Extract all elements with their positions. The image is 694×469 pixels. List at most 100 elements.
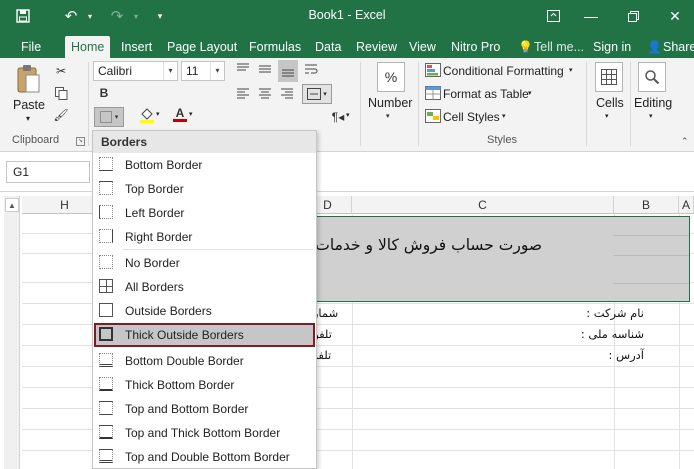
vertical-scrollbar[interactable]: ▲: [4, 196, 20, 469]
cell-styles-button[interactable]: Cell Styles: [443, 110, 500, 124]
menu-item-thick-outside-borders[interactable]: Thick Outside Borders: [94, 323, 315, 347]
top-align-icon[interactable]: [234, 60, 252, 78]
row-gridline: [613, 283, 689, 284]
menu-item-top-border[interactable]: Top Border: [93, 177, 316, 201]
format-as-table-icon[interactable]: [424, 84, 442, 102]
menu-item-top-and-bottom-border[interactable]: Top and Bottom Border: [93, 397, 316, 421]
fill-color-icon[interactable]: [138, 106, 156, 124]
customize-quick-access-icon[interactable]: ▾: [150, 5, 170, 27]
name-box[interactable]: G1: [6, 161, 90, 183]
share-button[interactable]: Share: [660, 36, 694, 58]
cells-icon[interactable]: [595, 62, 623, 92]
top-and-double-bottom-border-icon: [99, 449, 113, 463]
undo-dropdown-icon[interactable]: ▾: [84, 5, 96, 27]
borders-button[interactable]: ▾: [94, 107, 124, 127]
redo-dropdown-icon[interactable]: ▾: [130, 5, 142, 27]
title-bar: ↶ ▾ ↷ ▾ ▾ Book1 - Excel — ✕: [0, 0, 694, 32]
clipboard-launcher-icon[interactable]: ↘: [76, 137, 85, 146]
national-id-label[interactable]: شناسه ملی :: [581, 327, 644, 341]
all-borders-icon: [99, 279, 113, 293]
font-size-combo[interactable]: 11 ▾: [181, 61, 225, 81]
conditional-formatting-icon[interactable]: [424, 61, 442, 79]
tell-me-search[interactable]: Tell me...: [531, 36, 587, 58]
cut-icon[interactable]: ✂: [52, 62, 70, 80]
menu-item-top-and-thick-bottom-border[interactable]: Top and Thick Bottom Border: [93, 421, 316, 445]
column-header-c[interactable]: C: [352, 196, 614, 214]
minimize-icon[interactable]: —: [576, 4, 606, 28]
ribbon-display-icon[interactable]: [538, 4, 568, 28]
menu-item-all-borders[interactable]: All Borders: [93, 275, 316, 299]
paste-dropdown-icon[interactable]: ▾: [26, 114, 30, 123]
redo-icon[interactable]: ↷: [106, 5, 128, 27]
tab-home[interactable]: Home: [65, 36, 111, 58]
menu-item-outside-borders[interactable]: Outside Borders: [93, 299, 316, 323]
sign-in-link[interactable]: Sign in: [590, 36, 634, 58]
conditional-formatting-button[interactable]: Conditional Formatting: [443, 64, 564, 78]
cells-group-button[interactable]: Cells: [596, 96, 624, 110]
tab-review[interactable]: Review: [353, 36, 400, 58]
font-name-combo[interactable]: Calibri ▾: [93, 61, 178, 81]
tab-nitro-pro[interactable]: Nitro Pro: [448, 36, 503, 58]
format-as-table-button[interactable]: Format as Table: [443, 87, 529, 101]
menu-item-right-border[interactable]: Right Border: [93, 225, 316, 249]
bold-icon[interactable]: B: [95, 84, 113, 102]
undo-icon[interactable]: ↶: [60, 5, 82, 27]
chevron-down-icon[interactable]: ▾: [649, 112, 653, 120]
no-border-icon: [99, 255, 113, 269]
company-name-label[interactable]: نام شرکت :: [586, 306, 644, 320]
wrap-text-icon[interactable]: [302, 60, 320, 78]
address-label[interactable]: آدرس :: [609, 348, 644, 362]
chevron-down-icon: ▾: [114, 114, 119, 121]
number-group-button[interactable]: Number: [368, 96, 412, 110]
tab-insert[interactable]: Insert: [118, 36, 155, 58]
menu-item-bottom-border[interactable]: Bottom Border: [93, 153, 316, 177]
close-icon[interactable]: ✕: [660, 4, 690, 28]
paste-icon[interactable]: [14, 64, 42, 94]
menu-item-no-border[interactable]: No Border: [93, 251, 316, 275]
paste-button[interactable]: Paste: [13, 98, 45, 112]
chevron-down-icon: ▾: [323, 91, 327, 98]
bottom-align-icon[interactable]: [278, 60, 298, 82]
chevron-down-icon[interactable]: ▾: [386, 112, 390, 120]
column-header-b[interactable]: B: [614, 196, 679, 214]
menu-item-bottom-double-border[interactable]: Bottom Double Border: [93, 349, 316, 373]
menu-item-left-border[interactable]: Left Border: [93, 201, 316, 225]
chevron-down-icon[interactable]: ▾: [156, 110, 160, 118]
format-painter-icon[interactable]: 🖌: [52, 106, 70, 124]
cell-styles-icon[interactable]: [424, 107, 442, 125]
chevron-down-icon[interactable]: ▾: [210, 62, 224, 80]
tab-formulas[interactable]: Formulas: [246, 36, 304, 58]
chevron-down-icon[interactable]: ▾: [346, 111, 350, 119]
column-header-a[interactable]: A: [679, 196, 694, 214]
save-icon[interactable]: [12, 5, 34, 27]
chevron-down-icon[interactable]: ▾: [502, 112, 506, 120]
font-color-icon[interactable]: A: [171, 106, 189, 124]
ribbon-tabs: File Home Insert Page Layout Formulas Da…: [0, 32, 694, 58]
chevron-down-icon[interactable]: ▾: [189, 110, 193, 118]
align-left-icon[interactable]: [234, 84, 252, 102]
menu-item-top-and-double-bottom-border[interactable]: Top and Double Bottom Border: [93, 445, 316, 469]
copy-icon[interactable]: [52, 84, 70, 102]
align-right-icon[interactable]: [278, 84, 296, 102]
merge-center-icon[interactable]: ▾: [302, 84, 332, 104]
merged-title-cell[interactable]: [300, 216, 690, 302]
align-center-icon[interactable]: [256, 84, 274, 102]
chevron-down-icon[interactable]: ▾: [528, 89, 532, 97]
tab-data[interactable]: Data: [312, 36, 344, 58]
tab-page-layout[interactable]: Page Layout: [164, 36, 240, 58]
search-icon[interactable]: [638, 62, 666, 92]
percent-icon[interactable]: %: [377, 62, 405, 92]
ribbon-separator: [630, 62, 631, 146]
chevron-down-icon[interactable]: ▾: [163, 62, 177, 80]
scroll-up-icon[interactable]: ▲: [5, 198, 19, 212]
chevron-down-icon[interactable]: ▾: [569, 66, 573, 74]
maximize-icon[interactable]: [618, 4, 648, 28]
menu-item-thick-bottom-border[interactable]: Thick Bottom Border: [93, 373, 316, 397]
text-direction-icon[interactable]: ¶◂: [329, 108, 347, 126]
editing-group-button[interactable]: Editing: [634, 96, 672, 110]
tab-file[interactable]: File: [18, 36, 44, 58]
tab-view[interactable]: View: [406, 36, 439, 58]
chevron-down-icon[interactable]: ▾: [605, 112, 609, 120]
middle-align-icon[interactable]: [256, 60, 274, 78]
collapse-ribbon-icon[interactable]: ⌃: [681, 136, 689, 147]
